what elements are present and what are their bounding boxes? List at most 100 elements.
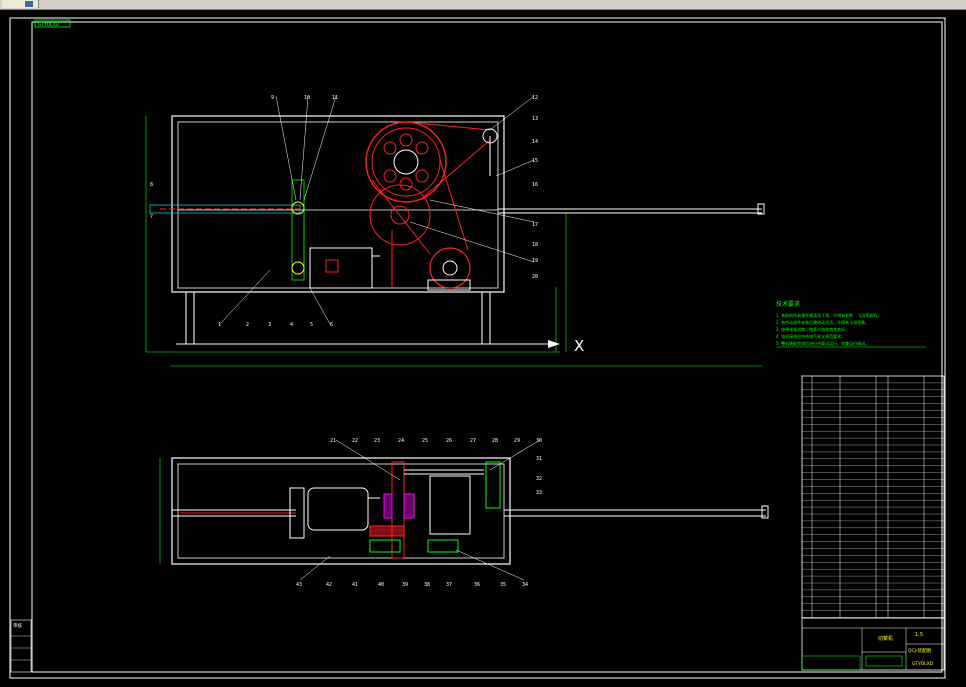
tech-requirements: 技术要求 1. 装配前所有零件需清洗干净，不得有毛刺、飞边等缺陷。 2. 各传动…	[776, 300, 926, 348]
tech-line-4: 4. 电机接线应符合电气安全规范要求。	[776, 333, 845, 339]
left-stamp-title: 审核	[13, 622, 22, 629]
tech-line-3: 3. 皮带张紧适度，链条与链轮啮合良好。	[776, 326, 849, 332]
cad-drawing: GTYOLXD X 9 10 11 12 13 14 15 16 17 18 1…	[9, 17, 946, 679]
balloon-37: 37	[446, 582, 452, 588]
balloon-20: 20	[532, 274, 538, 280]
tb-signatures	[801, 655, 861, 671]
cad-canvas[interactable]: GTYOLXD X 9 10 11 12 13 14 15 16 17 18 1…	[0, 10, 966, 687]
motor-pulley-hub	[442, 260, 458, 276]
tech-line-1: 1. 装配前所有零件需清洗干净，不得有毛刺、飞边等缺陷。	[776, 312, 881, 318]
balloon-32: 32	[536, 476, 542, 482]
leader-15	[495, 159, 535, 177]
plan-gear-b	[383, 493, 393, 519]
balloon-36: 36	[474, 582, 480, 588]
leader-6	[309, 287, 331, 325]
axis-mark: X	[574, 337, 584, 355]
leader-11	[303, 95, 337, 201]
plan-lower-bearing	[427, 539, 459, 553]
left-stamp: 审核	[10, 619, 32, 673]
belt-c	[405, 121, 491, 131]
title-block: 切菜机 1:5 QCJ-装配图 GTYOLXD	[801, 617, 945, 671]
balloon-43: 43	[296, 582, 302, 588]
balloon-8: 8	[150, 182, 153, 188]
plan-housing-inner	[177, 463, 505, 559]
plan-leader-29	[489, 439, 541, 471]
balloon-39: 39	[402, 582, 408, 588]
spoke-hole-4	[415, 169, 429, 183]
vertical-column	[291, 179, 305, 281]
balloon-4: 4	[290, 322, 293, 328]
tb-stamp	[865, 655, 903, 667]
balloon-26: 26	[446, 438, 452, 444]
front-view: X	[145, 95, 765, 367]
outer-border	[9, 17, 946, 679]
plan-bracket	[485, 461, 501, 509]
plan-gear-a	[369, 525, 405, 537]
balloon-3: 3	[268, 322, 271, 328]
spoke-hole-3	[383, 169, 397, 183]
belt-a	[371, 179, 431, 255]
plan-view-labels: 21 22 23 24 25 26 27 28 29 30 31 32 33 3…	[296, 438, 542, 588]
large-pulley-hub	[393, 149, 419, 175]
balloon-42: 42	[326, 582, 332, 588]
balloon-33: 33	[536, 490, 542, 496]
balloon-6: 6	[330, 322, 333, 328]
leg-left	[185, 291, 195, 345]
leader-17	[429, 199, 535, 223]
plan-leader-34	[455, 549, 525, 581]
tech-line-2: 2. 各传动部件安装后需转动灵活，不得有卡滞现象。	[776, 319, 869, 325]
motor-pulley	[429, 247, 471, 289]
parts-rows	[802, 382, 944, 618]
bearing-top	[291, 201, 305, 215]
belt-d	[419, 139, 491, 201]
balloon-10: 10	[304, 95, 310, 101]
leader-12	[489, 95, 535, 131]
balloon-19: 19	[532, 258, 538, 264]
balloon-18: 18	[532, 242, 538, 248]
title-tag: GTYOLXD	[38, 22, 59, 28]
balloon-21: 21	[330, 438, 336, 444]
balloon-27: 27	[470, 438, 476, 444]
parts-list	[801, 375, 945, 619]
tech-line-5: 5. 整机装配完成后进行空载试运行，检查运行情况。	[776, 340, 869, 346]
tb-name: 切菜机	[878, 635, 893, 642]
balloon-5: 5	[310, 322, 313, 328]
balloon-22: 22	[352, 438, 358, 444]
leg-right	[481, 291, 491, 345]
balloon-24: 24	[398, 438, 404, 444]
motor-terminal	[325, 259, 339, 273]
leader-1	[219, 269, 271, 325]
tb-scale: 1:5	[915, 632, 923, 638]
balloon-14: 14	[532, 139, 538, 145]
spoke-hole-5	[399, 133, 413, 147]
file-icon	[25, 1, 33, 7]
motor-body	[309, 247, 373, 289]
leader-9	[275, 95, 297, 201]
balloon-1: 1	[218, 322, 221, 328]
balloon-23: 23	[374, 438, 380, 444]
plan-view	[159, 439, 769, 581]
balloon-16: 16	[532, 182, 538, 188]
balloon-31: 31	[536, 456, 542, 462]
drawing-tab[interactable]	[2, 0, 39, 8]
balloon-25: 25	[422, 438, 428, 444]
front-view-labels: 9 10 11 12 13 14 15 16 17 18 19 20 8 7 1…	[150, 95, 538, 328]
tb-drawing-no: GTYOLXD	[912, 661, 934, 667]
spoke-hole-6	[399, 177, 413, 191]
plan-gearbox	[429, 475, 471, 535]
balloon-15: 15	[532, 158, 538, 164]
balloon-40: 40	[378, 582, 384, 588]
arrow-head	[548, 340, 560, 348]
plan-motor	[307, 487, 369, 531]
balloon-38: 38	[424, 582, 430, 588]
plan-lower-bearing-2	[369, 539, 401, 553]
tech-title: 技术要求	[776, 300, 800, 308]
balloon-12: 12	[532, 95, 538, 101]
spoke-hole-2	[415, 141, 429, 155]
title-bar	[0, 0, 966, 10]
balloon-34: 34	[522, 582, 528, 588]
balloon-13: 13	[532, 116, 538, 122]
balloon-35: 35	[500, 582, 506, 588]
leader-19	[409, 221, 535, 263]
balloon-28: 28	[492, 438, 498, 444]
